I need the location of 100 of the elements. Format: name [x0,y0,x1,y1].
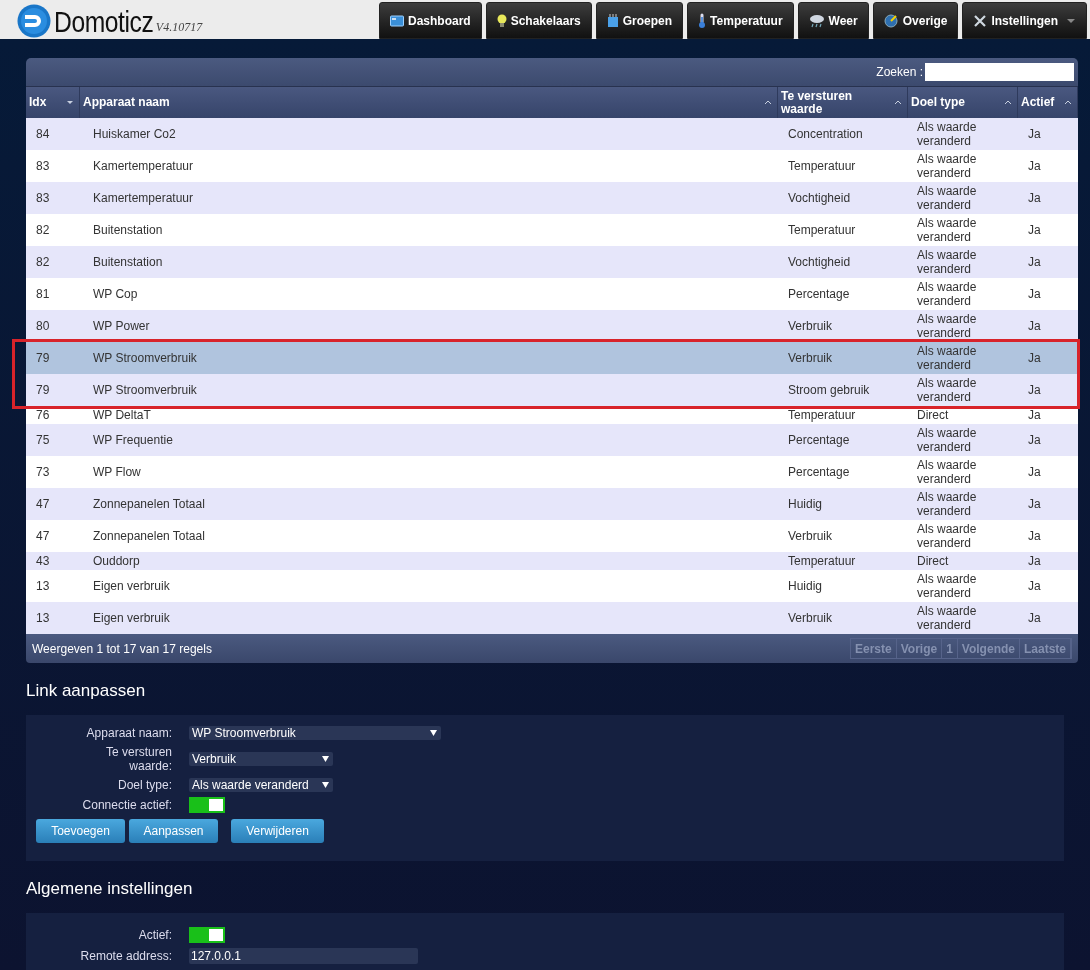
dropdown[interactable]: Verbruik [189,752,333,766]
table-cell-text: Verbruik [787,610,834,627]
table-cell-text: 82 [35,254,51,271]
table-cell-text: 79 [35,350,51,367]
search-field[interactable] [925,63,1074,81]
table-cell-text: Als waarde veranderd [916,215,978,246]
table-cell-text: Percentage [787,464,851,481]
toggle-switch[interactable] [189,797,225,813]
table-cell-text: Temperatuur [787,553,857,570]
sort-icon [1064,100,1072,105]
table-row[interactable]: 83 Kamertemperatuur Vochtigheid Als waarde veranderd Ja [26,182,1078,214]
table-cell-text: Ja [1027,126,1042,143]
table-cell-text: WP Cop [92,286,139,303]
table-cell-text: 47 [35,528,51,545]
table-row[interactable]: 79 WP Stroomverbruik Stroom gebruik Als waarde veranderd Ja [26,374,1078,406]
sort-icon [66,100,74,105]
table-cell-text: Buitenstation [92,254,164,271]
sort-icon [1004,100,1012,105]
table-row[interactable]: 81 WP Cop Percentage Als waarde veranderd Ja [26,278,1078,310]
lightbulb-icon [496,13,507,28]
table-row[interactable]: 13 Eigen verbruik Huidig Als waarde veranderd Ja [26,570,1078,602]
table-cell-text: Als waarde veranderd [916,119,978,150]
table-row[interactable]: 79 WP Stroomverbruik Verbruik Als waarde veranderd Ja [26,342,1078,374]
table-cell-text: 79 [35,382,51,399]
table-row[interactable]: 73 WP Flow Percentage Als waarde veranderd Ja [26,456,1078,488]
table-row[interactable]: 47 Zonnepanelen Totaal Verbruik Als waarde veranderd Ja [26,520,1078,552]
table-cell-text: Als waarde veranderd [916,183,978,214]
table-cell-text: Stroom gebruik [787,382,871,399]
logo-icon [17,4,51,38]
nav-button[interactable]: Groepen [595,2,684,39]
table-cell-text: Ja [1027,496,1042,513]
table-row[interactable]: 82 Buitenstation Temperatuur Als waarde veranderd Ja [26,214,1078,246]
table-cell-text: Temperatuur [787,407,857,424]
table-cell-text: Kamertemperatuur [92,158,195,175]
table-cell-text: Huidig [787,578,824,595]
sort-icon [764,100,772,105]
thermometer-icon [698,13,707,28]
table-cell-text: Verbruik [787,350,834,367]
table-row[interactable]: 82 Buitenstation Vochtigheid Als waarde veranderd Ja [26,246,1078,278]
toggle-switch[interactable] [189,927,225,943]
sort-icon [894,100,902,105]
table-cell-text: Ja [1027,610,1042,627]
table-cell-text: Verbruik [787,528,834,545]
field-label: Apparaat naam: [85,726,172,740]
table-cell-text: Ja [1027,464,1042,481]
dropdown[interactable]: Als waarde veranderd [189,778,333,792]
text-field[interactable]: 127.0.0.1 [189,948,418,964]
nav-button[interactable]: Instellingen [962,2,1088,39]
table-cell-text: 43 [35,553,51,570]
table-cell-text: Eigen verbruik [92,610,171,627]
table-cell-text: Zonnepanelen Totaal [92,496,206,513]
table-row[interactable]: 43 Ouddorp Temperatuur Direct Ja [26,552,1078,570]
search-label: Zoeken : [876,64,923,81]
table-cell-text: Percentage [787,286,851,303]
table-cell-text: 81 [35,286,51,303]
table-cell-text: Percentage [787,432,851,449]
table-row[interactable]: 75 WP Frequentie Percentage Als waarde veranderd Ja [26,424,1078,456]
section-title: Link aanpassen [26,681,147,701]
table-cell-text: Ja [1027,432,1042,449]
table-cell-text: Concentration [787,126,864,143]
table-cell-text: Als waarde veranderd [916,603,978,634]
table-row[interactable]: 13 Eigen verbruik Verbruik Als waarde veranderd Ja [26,602,1078,634]
table-cell-text: 83 [35,158,51,175]
table-cell-text: 82 [35,222,51,239]
table-row[interactable]: 83 Kamertemperatuur Temperatuur Als waarde veranderd Ja [26,150,1078,182]
table-cell-text: Als waarde veranderd [916,375,978,406]
table-cell-text: Als waarde veranderd [916,571,978,602]
nav-button[interactable]: Weer [797,2,869,39]
caret-icon [1066,17,1077,24]
field-label: Doel type: [116,778,172,792]
table-cell-text: Ja [1027,254,1042,271]
table-row[interactable]: 47 Zonnepanelen Totaal Huidig Als waarde veranderd Ja [26,488,1078,520]
table-row[interactable]: 84 Huiskamer Co2 Concentration Als waarde veranderd Ja [26,118,1078,150]
table-cell-text: Vochtigheid [787,190,852,207]
logo-text: Domoticz [54,6,154,38]
table-cell-text: Direct [916,407,950,424]
table-cell-text: Verbruik [787,318,834,335]
table-cell-text: Huidig [787,496,824,513]
table-row[interactable]: 80 WP Power Verbruik Als waarde veranderd Ja [26,310,1078,342]
nav-button[interactable]: Schakelaars [485,2,592,39]
table-cell-text: Ja [1027,553,1042,570]
table-cell-text: Ja [1027,528,1042,545]
table-cell-text: 13 [35,610,51,627]
dropdown[interactable]: WP Stroomverbruik [189,726,441,740]
table-cell-text: 84 [35,126,51,143]
table-cell-text: 83 [35,190,51,207]
table-cell-text: Ouddorp [92,553,141,570]
table-cell-text: Kamertemperatuur [92,190,195,207]
nav-button[interactable]: Temperatuur [687,2,794,39]
table-cell-text: Huiskamer Co2 [92,126,177,143]
table-cell-text: 80 [35,318,51,335]
nav-button[interactable]: Dashboard [379,2,482,39]
nav-button[interactable]: Overige [872,2,959,39]
tools-icon [973,13,988,28]
table-cell-text: 47 [35,496,51,513]
monitor-icon [390,14,404,27]
table-cell-text: 76 [35,407,51,424]
table-cell-text: Als waarde veranderd [916,279,978,310]
table-cell-text: Direct [916,553,950,570]
table-cell-text: Ja [1027,318,1042,335]
